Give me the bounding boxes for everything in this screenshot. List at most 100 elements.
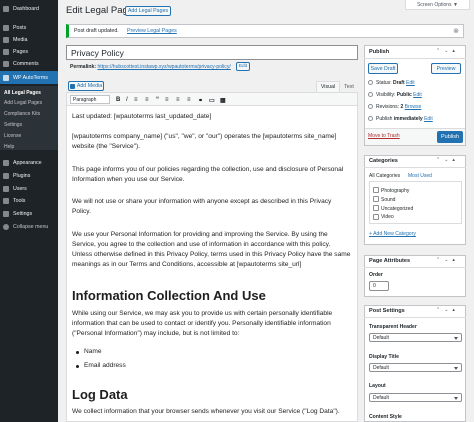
bullet-list-icon[interactable]: ≡ [134,97,138,103]
admin-sidebar: Dashboard Posts Media Pages Comments WP … [0,0,58,422]
tab-text[interactable]: Text [340,81,358,92]
align-left-icon[interactable]: ≡ [165,97,169,103]
display-title-select[interactable]: Default [369,363,462,372]
editor-heading: Log Data [72,387,128,402]
post-title-input[interactable]: Privacy Policy [66,45,358,60]
revisions-row: Revisions: 2 Browse [376,104,422,110]
category-checkbox[interactable] [373,187,379,193]
add-new-category-link[interactable]: + Add New Category [369,231,416,237]
publish-box-title: Publish [369,49,390,55]
list-item: Email address [84,362,126,369]
editor-paragraph: website (the "Service"). [72,143,141,150]
align-right-icon[interactable]: ≡ [187,97,191,103]
divider [364,317,466,318]
category-checkbox[interactable] [373,214,379,220]
layout-select[interactable]: Default [369,393,462,402]
preview-button[interactable]: Preview [431,63,461,74]
editor-paragraph: We will not use or share your informatio… [72,198,332,205]
media-icon [3,37,9,43]
menu-media[interactable]: Media [0,34,58,46]
editor-paragraph: Unless otherwise defined in this Privacy… [72,251,351,258]
media-icon [69,83,75,89]
bold-icon[interactable]: B [116,97,120,103]
menu-wp-autoterms[interactable]: WP AutoTerms [0,71,58,84]
save-draft-button[interactable]: Save Draft [368,63,398,74]
revisions-icon [368,104,373,109]
add-media-button[interactable]: Add Media [68,81,104,91]
permalink-edit-button[interactable]: Edit [236,62,250,71]
link-icon[interactable]: ⚭ [198,97,203,104]
menu-plugins[interactable]: Plugins [0,170,58,182]
pin-icon [3,25,9,31]
notice-text: Post draft updated. [74,28,119,34]
blockquote-icon[interactable]: “ [156,97,159,103]
format-select[interactable]: Paragraph [70,95,110,104]
add-legal-pages-button[interactable]: Add Legal Pages [125,6,171,16]
dashboard-icon [3,6,9,12]
collapse-menu[interactable]: Collapse menu [0,221,58,233]
submenu-license[interactable]: License [0,130,58,141]
menu-settings[interactable]: Settings [0,208,58,220]
more-tag-icon[interactable]: ▭ [209,97,215,104]
browse-revisions-link[interactable]: Browse [405,104,422,110]
submenu-compliance-kits[interactable]: Compliance Kits [0,108,58,119]
settings-icon [3,211,9,217]
permalink: Permalink: https://hubscottest.instawp.x… [70,64,231,70]
autoterms-icon [3,74,9,81]
editor-paragraph: This page informs you of our policies re… [72,166,344,173]
bullet-icon [76,365,79,368]
submenu-settings[interactable]: Settings [0,119,58,130]
box-controls[interactable]: ⌃⌄▴ [436,157,470,163]
tab-all-categories[interactable]: All Categories [369,173,400,179]
calendar-icon [368,116,373,121]
editor-paragraph: We use your Personal Information for pro… [72,231,328,238]
status-edit-link[interactable]: Edit [406,80,415,86]
align-center-icon[interactable]: ≡ [176,97,180,103]
numbered-list-icon[interactable]: ≡ [145,97,149,103]
category-checkbox[interactable] [373,205,379,211]
editor-paragraph: We collect information that your browser… [72,408,340,415]
box-controls[interactable]: ⌃⌄▴ [436,307,470,313]
toolbar-toggle-icon[interactable]: ▦ [220,97,226,104]
collapse-icon [3,224,9,230]
publish-time-row: Publish immediately Edit [376,116,433,122]
box-controls[interactable]: ⌃⌄▴ [436,257,470,263]
editor-paragraph: Policy. [72,208,91,215]
categories-title: Categories [369,158,398,164]
tab-most-used[interactable]: Most Used [408,173,432,179]
submenu-add-legal-pages[interactable]: Add Legal Pages [0,97,58,108]
menu-users[interactable]: Users [0,183,58,195]
permalink-url[interactable]: https://hubscottest.instawp.xyz/wpautote… [97,64,230,70]
submenu-help[interactable]: Help [0,141,58,152]
visibility-edit-link[interactable]: Edit [413,92,422,98]
menu-dashboard[interactable]: Dashboard [0,3,58,15]
divider [364,58,466,59]
move-to-trash-link[interactable]: Move to Trash [368,133,400,139]
post-settings-title: Post Settings [369,308,405,314]
category-checkbox[interactable] [373,196,379,202]
menu-posts[interactable]: Posts [0,22,58,34]
box-controls[interactable]: ⌃⌄▴ [436,48,470,54]
category-label: Video [381,214,394,220]
transparent-header-select[interactable]: Default [369,333,462,342]
notice-preview-link[interactable]: Preview Legal Pages [127,28,177,34]
menu-appearance[interactable]: Appearance [0,157,58,169]
display-title-label: Display Title [369,354,399,360]
eye-icon [368,92,373,97]
status-row: Status: Draft Edit [376,80,415,86]
bullet-icon [76,351,79,354]
publish-button[interactable]: Publish [437,131,463,143]
editor-paragraph: meanings as in our Terms and Conditions,… [72,261,302,268]
order-input[interactable]: 0 [369,281,389,291]
tab-visual[interactable]: Visual [316,81,340,92]
italic-icon[interactable]: I [126,97,128,103]
menu-pages[interactable]: Pages [0,46,58,58]
menu-comments[interactable]: Comments [0,58,58,70]
divider [364,167,466,168]
dismiss-icon[interactable]: ⊗ [453,27,459,35]
publish-time-edit-link[interactable]: Edit [424,116,433,122]
order-label: Order [369,272,383,278]
screen-options-button[interactable]: Screen Options ▼ [405,0,470,10]
menu-tools[interactable]: Tools [0,195,58,207]
editor-paragraph: Last updated: [wpautoterms last_updated_… [72,113,212,120]
